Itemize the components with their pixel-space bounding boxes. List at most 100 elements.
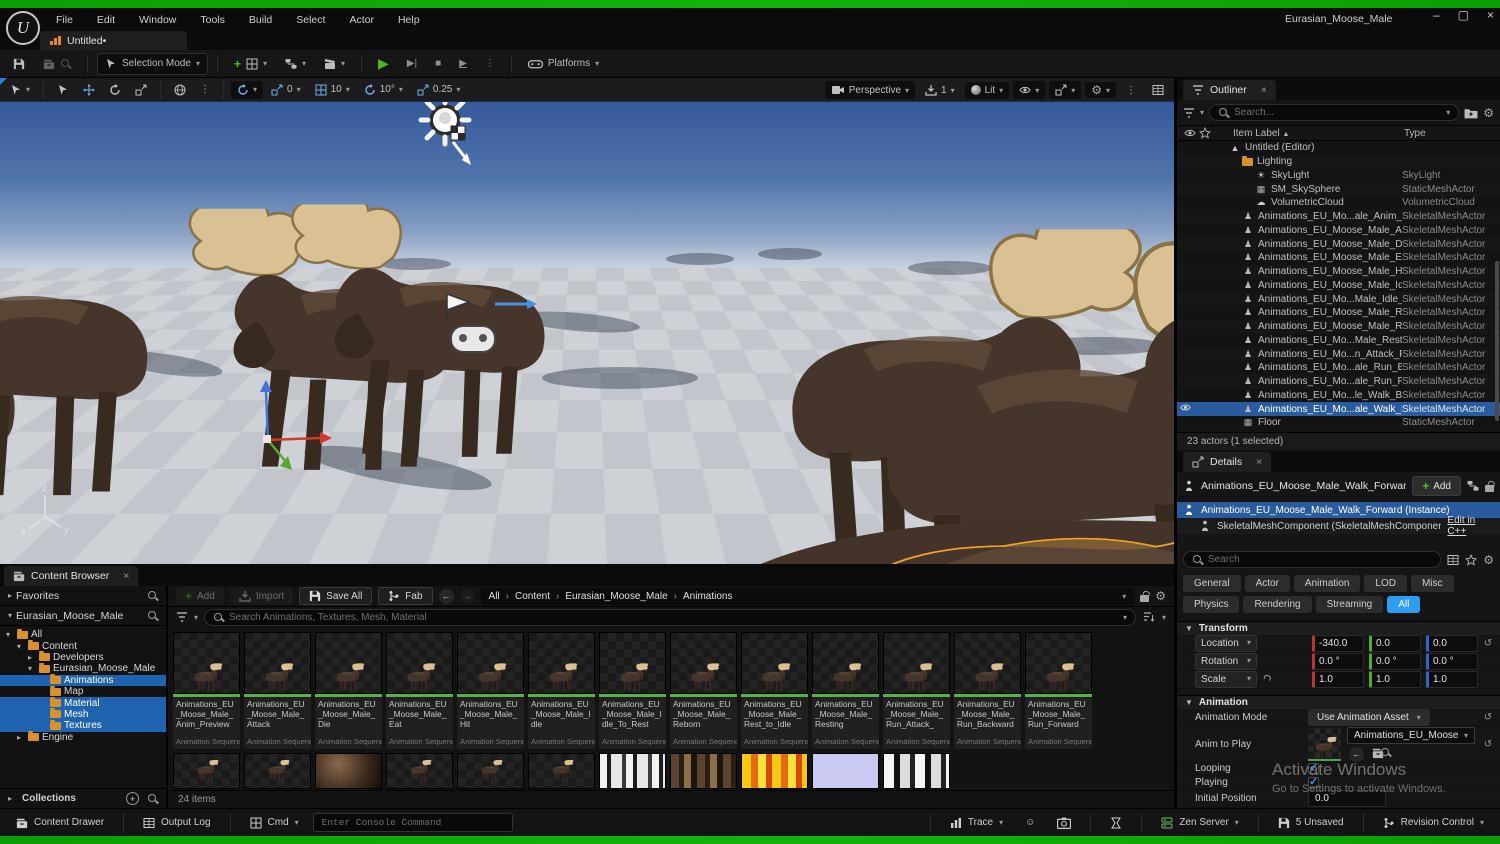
outliner-row[interactable]: Floor StaticMeshActor xyxy=(1177,416,1500,430)
save-current-level-button[interactable] xyxy=(6,54,32,74)
anim-asset-select[interactable]: Animations_EU_Moose_Male▾ xyxy=(1347,726,1475,744)
outliner-row[interactable]: Untitled (Editor) xyxy=(1177,141,1500,155)
console-command-input[interactable]: Enter Console Command xyxy=(312,813,513,832)
tree-item[interactable]: ▾ Eurasian_Moose_Male xyxy=(0,662,166,674)
asset-tile[interactable] xyxy=(173,753,240,789)
tree-item[interactable]: Material xyxy=(0,697,166,709)
browser-settings-icon[interactable]: ⚙ xyxy=(1155,590,1166,602)
y-value-field[interactable]: 1.0 xyxy=(1369,670,1421,688)
reset-to-default-icon[interactable]: ↺ xyxy=(1482,638,1494,649)
add-asset-button[interactable]: + Add xyxy=(176,587,224,605)
asset-tile[interactable]: Animations_EU_Moose_Male_Reborn Animatio… xyxy=(670,632,737,749)
forward-icon[interactable]: → xyxy=(459,588,475,604)
restore-button[interactable]: ▢ xyxy=(1458,8,1469,22)
details-search-input[interactable]: Search xyxy=(1183,551,1442,568)
menu-item[interactable]: Edit xyxy=(85,10,127,30)
outliner-row[interactable]: Animations_EU_Mo...ale_Anim_Preview Skel… xyxy=(1177,209,1500,224)
asset-tile[interactable]: Animations_EU_Moose_Male_Eat Animation S… xyxy=(386,632,453,749)
browse-content-button[interactable] xyxy=(36,54,78,74)
details-tab[interactable]: Details × xyxy=(1183,452,1272,472)
outliner-row[interactable]: Animations_EU_Moose_Male_Reborn Skeletal… xyxy=(1177,306,1500,320)
camera-speed[interactable]: 1 ▾ xyxy=(919,81,961,99)
asset-tile[interactable]: Animations_EU_Moose_Male_Idle Animation … xyxy=(528,632,595,749)
edit-in-cpp-link[interactable]: Edit in C++ xyxy=(1447,515,1494,537)
grid-snap-value[interactable]: 10 ▾ xyxy=(309,81,356,99)
asset-tile[interactable] xyxy=(812,753,879,789)
menu-item[interactable]: Help xyxy=(386,10,432,30)
detail-chip[interactable]: Actor xyxy=(1244,575,1290,592)
outliner-row[interactable]: Animations_EU_Moose_Male_Attack Skeletal… xyxy=(1177,223,1500,238)
outliner-row[interactable]: Animations_EU_Mo...ale_Run_Forward Skele… xyxy=(1177,374,1500,389)
outliner-search-input[interactable]: Search... ▾ xyxy=(1209,104,1460,121)
asset-tile[interactable]: Animations_EU_Moose_Male_Rest_to_Idle An… xyxy=(741,632,808,749)
surface-snap-value[interactable]: 0 ▾ xyxy=(265,81,307,99)
component-row[interactable]: SkeletalMeshComponent (SkeletalMeshCompo… xyxy=(1177,515,1500,537)
background-tasks-hourglass-icon[interactable] xyxy=(1102,814,1130,832)
favorites-search-icon[interactable] xyxy=(147,590,158,601)
outliner-tab[interactable]: Outliner × xyxy=(1183,80,1276,100)
display-filter-icon[interactable] xyxy=(1447,554,1459,566)
path-dropdown-icon[interactable]: ▾ xyxy=(1122,592,1126,601)
screenshot-icon[interactable] xyxy=(1049,814,1079,832)
playing-checkbox[interactable]: ✓ xyxy=(1308,777,1319,789)
transform-section-header[interactable]: ▼ Transform xyxy=(1177,621,1500,635)
y-value-field[interactable]: 0.0 xyxy=(1369,634,1421,652)
asset-tile[interactable]: Animations_EU_Moose_Male_Idle_To_Rest An… xyxy=(599,632,666,749)
menu-item[interactable]: Select xyxy=(284,10,337,30)
asset-tile[interactable]: Animations_EU_Moose_Male_Run_Attack_ Ani… xyxy=(883,632,950,749)
collections-section[interactable]: ▸ Collections + xyxy=(0,788,166,808)
viewport-3d-scene[interactable]: z x y xyxy=(0,102,1174,564)
viewport-options-menu[interactable]: ▾ xyxy=(4,81,36,99)
tree-item[interactable]: ▸ Developers xyxy=(0,651,166,663)
blueprints-button[interactable]: ▾ xyxy=(278,54,313,74)
close-button[interactable]: × xyxy=(1487,8,1494,22)
asset-tile[interactable]: Animations_EU_Moose_Male_Resting Animati… xyxy=(812,632,879,749)
scale-snap-value[interactable]: 0.25 ▾ xyxy=(411,81,466,99)
looping-checkbox[interactable]: ✓ xyxy=(1308,763,1319,775)
back-icon[interactable]: ← xyxy=(438,588,454,604)
favorites-star-icon[interactable] xyxy=(1465,554,1477,566)
rotate-tool[interactable] xyxy=(103,81,127,99)
outliner-row[interactable]: Animations_EU_Moose_Male_Resting Skeleta… xyxy=(1177,319,1500,334)
outliner-row[interactable]: Animations_EU_Moose_Male_Idle SkeletalMe… xyxy=(1177,278,1500,293)
tree-item[interactable]: Map xyxy=(0,685,166,697)
breadcrumb-item[interactable]: Content xyxy=(504,591,550,602)
tree-item[interactable]: ▾ All xyxy=(0,628,166,640)
menu-item[interactable]: Build xyxy=(237,10,284,30)
world-local-toggle[interactable] xyxy=(168,81,192,99)
revision-control-button[interactable]: Revision Control ▾ xyxy=(1375,814,1492,832)
details-close-icon[interactable]: × xyxy=(1256,456,1262,468)
transform-axis-select[interactable]: Location ▾ xyxy=(1195,634,1257,652)
asset-tile[interactable] xyxy=(244,753,311,789)
x-value-field[interactable]: 0.0 ° xyxy=(1312,652,1364,670)
outliner-row[interactable]: Animations_EU_Moose_Male_Hit SkeletalMes… xyxy=(1177,264,1500,279)
collections-search-icon[interactable] xyxy=(147,793,158,804)
import-button[interactable]: Import xyxy=(229,588,294,604)
level-tab[interactable]: Untitled• xyxy=(40,31,187,50)
viewport-settings-button[interactable]: ⚙ ▾ xyxy=(1085,82,1116,98)
outliner-row[interactable]: Animations_EU_Mo...n_Attack_Forward Skel… xyxy=(1177,347,1500,361)
tree-item[interactable]: ▾ Content xyxy=(0,640,166,652)
transform-axis-select[interactable]: Scale ▾ xyxy=(1195,670,1257,688)
sun-light-gizmo[interactable] xyxy=(418,102,472,165)
detail-chip[interactable]: All xyxy=(1387,596,1421,613)
breadcrumb-item[interactable]: All xyxy=(489,591,500,602)
unreal-logo-icon[interactable]: U xyxy=(6,11,40,45)
feedback-smiley-icon[interactable]: ☺ xyxy=(1017,814,1043,831)
play-options-dots[interactable]: ⋮ xyxy=(478,54,502,73)
scale-tool[interactable] xyxy=(129,81,153,99)
transform-dots[interactable]: ⋮ xyxy=(194,81,216,98)
detail-chip[interactable]: Rendering xyxy=(1243,596,1312,613)
browser-lock-icon[interactable] xyxy=(1140,594,1150,602)
content-browser-tab[interactable]: Content Browser × xyxy=(4,566,139,586)
favorites-section[interactable]: ▸ Favorites xyxy=(0,586,166,606)
type-column[interactable]: Type xyxy=(1404,128,1496,139)
select-tool[interactable] xyxy=(51,81,75,99)
item-label-column[interactable]: Item Label ▲ xyxy=(1211,128,1404,139)
asset-tile[interactable] xyxy=(528,753,595,789)
animation-section-header[interactable]: ▼ Animation xyxy=(1177,694,1500,709)
asset-tile[interactable]: Animations_EU_Moose_Male_Die Animation S… xyxy=(315,632,382,749)
move-tool[interactable] xyxy=(77,81,101,99)
perspective-select[interactable]: Perspective ▾ xyxy=(824,81,916,99)
z-value-field[interactable]: 0.0 xyxy=(1426,634,1478,652)
